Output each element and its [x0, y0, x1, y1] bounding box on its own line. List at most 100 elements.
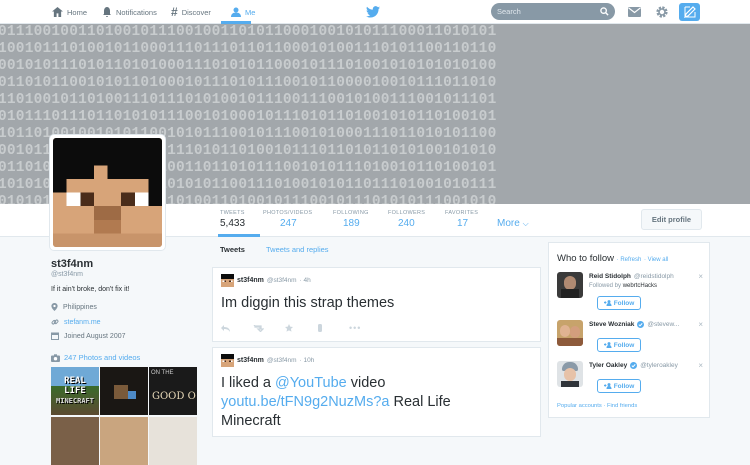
tweet-header: st3f4nm @st3f4nm · 4h [221, 274, 311, 287]
compose-tweet-button[interactable] [679, 3, 700, 21]
stat-value: 240 [398, 218, 415, 229]
more-dots-icon[interactable]: ••• [349, 323, 381, 333]
suggested-user-name[interactable]: Reid Stidolph @reidstidolph [589, 273, 674, 280]
photo-thumbnail[interactable]: ON THE GOOD O [149, 367, 197, 415]
tweet-author-name[interactable]: st3f4nm [237, 357, 264, 364]
stat-label: PHOTOS/VIDEOS [263, 210, 313, 216]
nav-notifications[interactable]: Notifications [102, 0, 157, 24]
tweet-avatar[interactable] [221, 274, 234, 287]
tab-tweets-and-replies[interactable]: Tweets and replies [266, 245, 329, 254]
followed-by-user[interactable]: webrtcHacks [623, 283, 657, 289]
photo-thumbnail[interactable] [51, 417, 99, 465]
header-binary-row: 0010101110101101010001110101011000101110… [0, 58, 497, 74]
tweet-timestamp[interactable]: · 4h [300, 277, 311, 284]
stat-favorites[interactable]: FAVORITES 17 [445, 210, 478, 229]
nav-me-label: Me [245, 7, 256, 17]
link-icon [51, 319, 59, 325]
nav-discover[interactable]: # Discover [171, 0, 211, 24]
follow-label: Follow [613, 341, 635, 349]
tweet-timestamp[interactable]: · 10h [300, 357, 315, 364]
location-text: Philippines [63, 303, 97, 311]
stat-label: TWEETS [220, 210, 245, 216]
tweet-avatar[interactable] [221, 354, 234, 367]
thumbnail-caption: GOOD O [152, 391, 196, 402]
thumbnail-caption: REAL LIFE [64, 376, 86, 396]
profile-avatar[interactable] [49, 134, 166, 251]
stat-value: 189 [343, 218, 360, 229]
suggested-user-name[interactable]: Steve Wozniak @stevew... [589, 321, 679, 328]
search-box[interactable] [491, 3, 615, 20]
stat-followers[interactable]: FOLLOWERS 240 [388, 210, 425, 229]
who-to-follow-header: Who to follow · Refresh · View all [557, 253, 669, 264]
tweet-text: Im diggin this strap themes [221, 295, 395, 311]
stat-value: 5,433 [220, 218, 246, 229]
add-user-icon [603, 383, 612, 389]
photo-thumbnail[interactable] [100, 417, 148, 465]
who-to-follow-footer-links[interactable]: Popular accounts · Find friends [557, 403, 637, 409]
profile-bio: If it ain't broke, don't fix it! [51, 286, 130, 293]
avatar[interactable] [557, 272, 583, 298]
photo-thumbnail[interactable] [149, 417, 197, 465]
edit-profile-button[interactable]: Edit profile [641, 209, 702, 230]
camera-icon [51, 353, 60, 362]
more-dropdown[interactable]: More ⌵ [497, 218, 529, 229]
website-link[interactable]: stefanm.me [64, 319, 101, 326]
pocket-icon[interactable] [317, 323, 349, 333]
header-binary-row: 1001011101001011000111011101101100010100… [0, 41, 497, 57]
stat-tweets[interactable]: TWEETS 5,433 [220, 210, 245, 229]
profile-website[interactable]: stefanm.me [51, 318, 101, 326]
suggested-user-name[interactable]: Tyler Oakley @tyleroakley [589, 362, 678, 369]
photos-videos-label: 247 Photos and videos [64, 353, 141, 362]
refresh-link[interactable]: Refresh [620, 257, 641, 263]
header-binary-row: 0111001001101001011100100110101100010010… [0, 24, 497, 40]
messages-icon[interactable] [628, 7, 641, 17]
stat-following[interactable]: FOLLOWING 189 [333, 210, 369, 229]
calendar-icon [51, 332, 59, 340]
photo-thumbnail[interactable]: REAL LIFE MINECRAFT [51, 367, 99, 415]
follow-button[interactable]: Follow [597, 296, 641, 310]
stat-label: FOLLOWERS [388, 210, 426, 216]
top-navigation-bar: Home Notifications # Discover Me [0, 0, 750, 24]
thumbnail-caption: ON THE [151, 370, 174, 376]
follow-button[interactable]: Follow [597, 338, 641, 352]
search-input[interactable] [497, 7, 593, 16]
twitter-bird-icon[interactable] [366, 6, 380, 18]
user-handle: @tyleroakley [640, 362, 678, 369]
tweet-text-segment: Real Life [389, 394, 451, 410]
profile-name[interactable]: st3f4nm [51, 258, 93, 270]
dismiss-icon[interactable]: × [698, 272, 703, 281]
reply-icon[interactable] [221, 323, 253, 333]
verified-badge-icon [630, 362, 638, 369]
suggested-user: Steve Wozniak @stevew... Follow × [557, 320, 707, 362]
followed-by-text: Followed by [589, 283, 623, 289]
tab-tweets[interactable]: Tweets [220, 245, 245, 254]
dismiss-icon[interactable]: × [698, 320, 703, 329]
tweet-url-link[interactable]: youtu.be/tFN9g2NuzMs?a [221, 394, 389, 410]
nav-home[interactable]: Home [52, 0, 87, 24]
stat-label: FAVORITES [445, 210, 479, 216]
tweet-header: st3f4nm @st3f4nm · 10h [221, 354, 314, 367]
tweet-card[interactable]: st3f4nm @st3f4nm · 4h Im diggin this str… [212, 267, 541, 342]
dismiss-icon[interactable]: × [698, 361, 703, 370]
hashtag-icon: # [171, 5, 178, 19]
follow-button[interactable]: Follow [597, 379, 641, 393]
thumbnail-caption: MINECRAFT [56, 397, 94, 405]
photos-videos-link[interactable]: 247 Photos and videos [51, 353, 140, 362]
tweet-author-name[interactable]: st3f4nm [237, 277, 264, 284]
photo-thumbnail[interactable] [100, 367, 148, 415]
nav-notifications-label: Notifications [116, 7, 157, 17]
user-name: Tyler Oakley [589, 362, 628, 369]
tweet-card[interactable]: st3f4nm @st3f4nm · 10h I liked a @YouTub… [212, 347, 541, 437]
profile-handle[interactable]: @st3f4nm [51, 271, 83, 278]
tweet-text: I liked a @YouTube video youtu.be/tFN9g2… [221, 374, 531, 431]
favorite-star-icon[interactable] [285, 323, 317, 333]
stat-photos-videos[interactable]: PHOTOS/VIDEOS 247 [263, 210, 312, 229]
avatar[interactable] [557, 320, 583, 346]
gear-icon[interactable] [655, 5, 669, 19]
retweet-icon[interactable] [253, 323, 285, 333]
search-icon[interactable] [600, 7, 609, 16]
avatar[interactable] [557, 361, 583, 387]
profile-joined: Joined August 2007 [51, 332, 126, 340]
tweet-mention-link[interactable]: @YouTube [275, 375, 347, 391]
view-all-link[interactable]: View all [648, 257, 669, 263]
